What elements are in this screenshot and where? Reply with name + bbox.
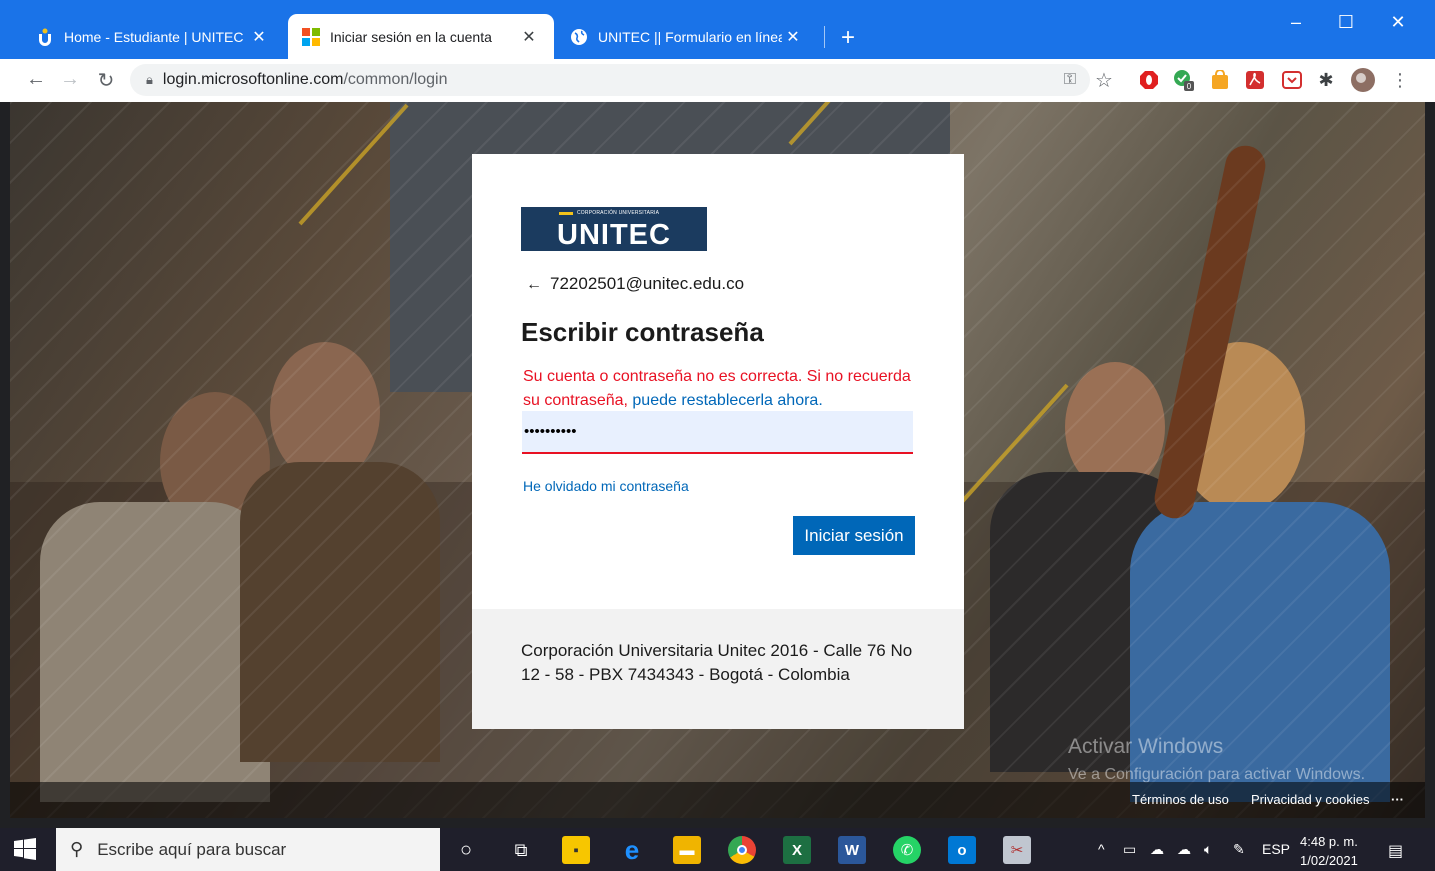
task-view-icon[interactable]: ⧉ bbox=[507, 836, 535, 864]
whatsapp-icon[interactable]: ✆ bbox=[893, 836, 921, 864]
pdf-icon[interactable] bbox=[1243, 68, 1267, 92]
file-explorer-icon[interactable]: ▬ bbox=[673, 836, 701, 864]
pocket-icon[interactable] bbox=[1280, 68, 1304, 92]
url-path: /common/login bbox=[343, 71, 448, 88]
forward-arrow-icon[interactable]: → bbox=[58, 68, 82, 91]
privacy-link[interactable]: Privacidad y cookies bbox=[1251, 792, 1370, 807]
tab-title: UNITEC || Formulario en línea bbox=[598, 28, 782, 45]
outlook-icon[interactable]: o bbox=[948, 836, 976, 864]
opera-adblock-icon[interactable] bbox=[1137, 68, 1161, 92]
word-icon[interactable]: W bbox=[838, 836, 866, 864]
tab-iniciar-sesion[interactable]: Iniciar sesión en la cuenta ✕ bbox=[288, 14, 554, 59]
new-tab-button[interactable]: + bbox=[836, 24, 860, 52]
forgot-password-link[interactable]: He olvidado mi contraseña bbox=[523, 478, 689, 494]
tab-home-estudiante[interactable]: Home - Estudiante | UNITEC ✕ bbox=[22, 14, 284, 59]
address-bar[interactable]: 🔒︎ login.microsoftonline.com/common/logi… bbox=[130, 64, 1090, 96]
search-placeholder: Escribe aquí para buscar bbox=[97, 839, 287, 859]
clock-time: 4:48 p. m. bbox=[1300, 834, 1358, 849]
logo-wordmark: UNITEC bbox=[557, 219, 671, 251]
edge-icon[interactable]: e bbox=[618, 835, 646, 865]
error-message: Su cuenta o contraseña no es correcta. S… bbox=[523, 365, 923, 413]
extension-badge-count: 0 bbox=[1187, 82, 1192, 91]
login-card-footer: Corporación Universitaria Unitec 2016 - … bbox=[472, 609, 964, 729]
login-card: CORPORACIÓN UNIVERSITARIA UNITEC ← 722025… bbox=[472, 154, 964, 729]
network-error-icon[interactable]: ☁ bbox=[1150, 841, 1164, 858]
taskbar-search-box[interactable]: ⚲ Escribe aquí para buscar bbox=[56, 828, 440, 871]
close-tab-icon[interactable]: ✕ bbox=[248, 27, 270, 47]
footer-address: Corporación Universitaria Unitec 2016 - … bbox=[521, 641, 913, 684]
microsoft-icon bbox=[302, 27, 320, 46]
globe-icon bbox=[570, 28, 588, 46]
tab-title: Home - Estudiante | UNITEC bbox=[64, 28, 244, 45]
tab-separator bbox=[824, 26, 825, 48]
password-field[interactable] bbox=[522, 411, 913, 454]
notifications-icon[interactable]: ▤ bbox=[1388, 841, 1403, 861]
close-tab-icon[interactable]: ✕ bbox=[782, 27, 804, 47]
search-icon: ⚲ bbox=[70, 839, 84, 859]
volume-icon[interactable]: 🔈︎ bbox=[1204, 841, 1212, 858]
identity-row[interactable]: ← 72202501@unitec.edu.co bbox=[526, 274, 744, 294]
page-footer: Términos de uso Privacidad y cookies ··· bbox=[10, 782, 1425, 818]
windows-taskbar: ⚲ Escribe aquí para buscar ○ ⧉ ▪ e ▬ X W… bbox=[0, 828, 1435, 871]
clock-date: 1/02/2021 bbox=[1300, 853, 1358, 868]
cortana-icon[interactable]: ○ bbox=[452, 836, 480, 864]
login-card-body: CORPORACIÓN UNIVERSITARIA UNITEC ← 722025… bbox=[472, 154, 964, 609]
url-host: login.microsoftonline.com bbox=[162, 71, 344, 88]
unitec-u-icon bbox=[36, 28, 54, 46]
back-arrow-icon[interactable]: ← bbox=[526, 276, 542, 293]
tab-title: Iniciar sesión en la cuenta bbox=[330, 28, 492, 45]
shopping-bag-icon[interactable] bbox=[1208, 68, 1232, 92]
logo-subtitle: CORPORACIÓN UNIVERSITARIA bbox=[577, 210, 660, 216]
identity-email: 72202501@unitec.edu.co bbox=[550, 274, 745, 293]
system-clock[interactable]: 4:48 p. m. 1/02/2021 bbox=[1300, 832, 1358, 870]
battery-icon[interactable]: ▭ bbox=[1123, 841, 1136, 858]
sync-error-icon[interactable]: ☁ bbox=[1177, 841, 1191, 858]
menu-kebab-icon[interactable]: ⋮ bbox=[1388, 68, 1412, 92]
reset-password-link[interactable]: puede restablecerla ahora. bbox=[632, 392, 822, 409]
logo-yellow-bar bbox=[559, 212, 573, 215]
reload-icon[interactable]: ↻ bbox=[94, 68, 118, 93]
key-icon[interactable]: ⚿ bbox=[1058, 68, 1082, 92]
minimize-button[interactable]: – bbox=[1284, 12, 1308, 33]
chrome-icon[interactable] bbox=[728, 836, 756, 864]
terms-link[interactable]: Términos de uso bbox=[1132, 792, 1229, 807]
unitec-logo: CORPORACIÓN UNIVERSITARIA UNITEC bbox=[521, 207, 707, 251]
tab-formulario[interactable]: UNITEC || Formulario en línea ✕ bbox=[556, 14, 818, 59]
close-tab-icon[interactable]: ✕ bbox=[518, 27, 540, 47]
bookmark-star-icon[interactable]: ☆ bbox=[1092, 68, 1116, 92]
browser-toolbar: ← → ↻ 🔒︎ login.microsoftonline.com/commo… bbox=[0, 59, 1435, 102]
extensions-puzzle-icon[interactable]: ✱ bbox=[1314, 68, 1338, 92]
tab-strip: Home - Estudiante | UNITEC ✕ Iniciar ses… bbox=[0, 0, 1435, 59]
lock-icon: 🔒︎ bbox=[146, 72, 153, 87]
close-window-button[interactable]: ✕ bbox=[1386, 12, 1410, 33]
excel-icon[interactable]: X bbox=[783, 836, 811, 864]
input-language[interactable]: ESP bbox=[1262, 841, 1290, 857]
windows-start-icon[interactable] bbox=[14, 838, 36, 860]
activate-windows-title: Activar Windows bbox=[1068, 735, 1224, 758]
security-check-icon[interactable]: 0 bbox=[1172, 68, 1196, 92]
page-title: Escribir contraseña bbox=[521, 317, 764, 347]
pen-icon[interactable]: ✎ bbox=[1233, 841, 1245, 858]
maximize-button[interactable]: ☐ bbox=[1334, 12, 1358, 33]
login-page-background: CORPORACIÓN UNIVERSITARIA UNITEC ← 722025… bbox=[10, 102, 1425, 818]
more-options-button[interactable]: ··· bbox=[1391, 792, 1404, 807]
signin-button[interactable]: Iniciar sesión bbox=[793, 516, 915, 555]
profile-avatar[interactable] bbox=[1351, 68, 1375, 92]
snipping-tool-icon[interactable]: ✂ bbox=[1003, 836, 1031, 864]
show-hidden-icons-chevron[interactable]: ^ bbox=[1098, 841, 1105, 857]
back-arrow-icon[interactable]: ← bbox=[24, 68, 48, 91]
sticky-notes-icon[interactable]: ▪ bbox=[562, 836, 590, 864]
